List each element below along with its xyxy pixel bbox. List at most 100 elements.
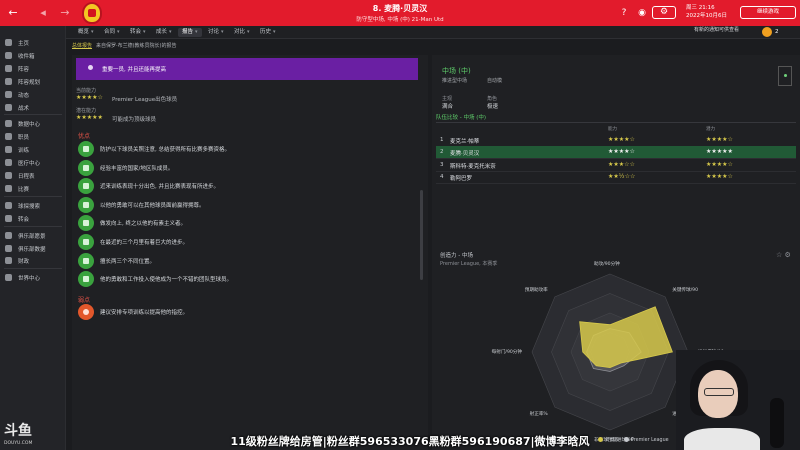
notification-icon[interactable] bbox=[762, 27, 772, 37]
strength-icon bbox=[78, 178, 94, 195]
sidebar-item[interactable]: 世界中心 bbox=[0, 271, 66, 284]
sidebar-item[interactable]: 阵容 bbox=[0, 62, 66, 75]
tab-item[interactable]: 讨论 ▾ bbox=[204, 28, 228, 37]
training-icon bbox=[5, 146, 12, 154]
sidebar-item[interactable]: 训练 bbox=[0, 143, 66, 156]
summary-banner: • 重要一员, 并且还能再提高 bbox=[76, 58, 418, 80]
scrollbar[interactable] bbox=[420, 190, 423, 280]
tab-label: 概览 bbox=[78, 29, 90, 35]
match-icon bbox=[5, 184, 12, 192]
weakness-item: 建议安排专项训练以提高他的指控。 bbox=[78, 304, 416, 320]
sidebar-item[interactable]: 战术 bbox=[0, 101, 66, 114]
strength-icon bbox=[78, 215, 94, 232]
inbox-icon bbox=[5, 51, 12, 59]
tab-label: 报告 bbox=[182, 29, 194, 35]
transfer-icon bbox=[5, 214, 12, 222]
notification-count: 2 bbox=[775, 29, 779, 35]
sidebar-item-label: 数据中心 bbox=[18, 122, 41, 129]
globe-icon[interactable]: ◉ bbox=[636, 7, 648, 19]
tab-item[interactable]: 对比 ▾ bbox=[230, 28, 254, 37]
date-day: 2022年10月6日 bbox=[686, 13, 727, 19]
finance-icon bbox=[5, 257, 12, 265]
subtab-coach-report[interactable]: 来自保罗·布兰德(教练员院长)的报告 bbox=[96, 42, 177, 49]
back-icon[interactable]: ← bbox=[6, 6, 20, 20]
strengths-title: 优点 bbox=[78, 133, 91, 140]
sidebar-item-label: 财政 bbox=[18, 259, 30, 266]
sidebar-item-label: 医疗中心 bbox=[18, 161, 41, 168]
sidebar-item[interactable]: 主页 bbox=[0, 36, 66, 49]
sidebar-item[interactable]: 收件箱 bbox=[0, 49, 66, 62]
chevron-down-icon: ▾ bbox=[247, 29, 250, 35]
current-ability-desc: Premier League出色球员 bbox=[112, 97, 178, 103]
chevron-down-icon: ▾ bbox=[169, 29, 172, 35]
strength-text: 他的勇敢和工作投入使他成为一个不错的团队型球员。 bbox=[100, 277, 233, 284]
tab-item[interactable]: 成长 ▾ bbox=[152, 28, 176, 37]
tab-item[interactable]: 历史 ▾ bbox=[256, 28, 280, 37]
date-display[interactable]: 周三 21:16 2022年10月6日 bbox=[686, 4, 732, 22]
sidebar-item-label: 阵容 bbox=[18, 66, 30, 73]
sidebar-item[interactable]: 球探搜索 bbox=[0, 199, 66, 212]
weakness-icon bbox=[78, 304, 94, 320]
menu-icon[interactable]: ◂ bbox=[36, 6, 50, 20]
sidebar-item[interactable]: 比赛 bbox=[0, 182, 66, 195]
tab-label: 合同 bbox=[104, 29, 116, 35]
forward-icon[interactable]: → bbox=[58, 6, 72, 20]
webcam-overlay bbox=[676, 350, 800, 450]
sidebar-item[interactable]: 俱乐部愿景 bbox=[0, 229, 66, 242]
subtab-bar: 总体报告 来自保罗·布兰德(教练员院长)的报告 bbox=[66, 40, 800, 52]
info-icon: • bbox=[88, 65, 93, 70]
sidebar-item-label: 球探搜索 bbox=[18, 203, 41, 210]
radar-axis-label: 助攻/90分钟 bbox=[594, 262, 620, 267]
gear-icon[interactable]: ⚙ bbox=[652, 6, 676, 19]
strength-icon bbox=[78, 271, 94, 288]
subtab-overall[interactable]: 总体报告 bbox=[72, 42, 92, 49]
strength-icon bbox=[78, 252, 94, 269]
sidebar-divider bbox=[4, 114, 62, 116]
strength-item: 经验丰富的国家/地区队成员。 bbox=[78, 159, 416, 176]
report-panel: • 重要一员, 并且还能再提高 当前能力 ★★★★☆ Premier Leagu… bbox=[72, 55, 428, 450]
tab-label: 转会 bbox=[130, 29, 142, 35]
sidebar-item[interactable]: 财政 bbox=[0, 254, 66, 267]
scouting-icon bbox=[5, 201, 12, 209]
tab-item[interactable]: 概览 ▾ bbox=[74, 28, 98, 37]
sidebar-item-label: 阵容规划 bbox=[18, 79, 41, 86]
notification-note[interactable]: 有新的通知可供查看 bbox=[694, 27, 756, 33]
strength-item: 在最近的三个月里有着巨大的进步。 bbox=[78, 234, 416, 250]
chevron-down-icon: ▾ bbox=[117, 29, 120, 35]
sidebar-item[interactable]: 数据中心 bbox=[0, 117, 66, 130]
sidebar-item[interactable]: 职员 bbox=[0, 130, 66, 143]
help-icon[interactable]: ? bbox=[618, 7, 630, 19]
strength-text: 近来训练表现十分出色, 并且比赛表现有所进步。 bbox=[100, 184, 219, 191]
tab-bar: 概览 ▾ 合同 ▾ 转会 ▾ 成长 ▾ 报告 ▾ 讨论 ▾ 对比 ▾ 历史 ▾ bbox=[66, 26, 800, 39]
strength-icon bbox=[78, 234, 94, 250]
date-time: 周三 21:16 bbox=[686, 5, 715, 11]
tab-item[interactable]: 合同 ▾ bbox=[100, 28, 124, 37]
tab-item[interactable]: 报告 ▾ bbox=[178, 28, 202, 37]
douyu-url: DOUYU.COM bbox=[4, 441, 33, 446]
sidebar-item-label: 战术 bbox=[18, 105, 30, 112]
sidebar-item[interactable]: 转会 bbox=[0, 212, 66, 225]
current-ability-label: 当前能力 bbox=[76, 88, 97, 94]
sidebar-item[interactable]: 阵容规划 bbox=[0, 75, 66, 88]
continue-button[interactable]: 继续游戏 bbox=[740, 6, 796, 19]
sidebar-item-label: 转会 bbox=[18, 216, 30, 223]
planner-icon bbox=[5, 77, 12, 85]
strength-item: 他的勇敢和工作投入使他成为一个不错的团队型球员。 bbox=[78, 271, 416, 288]
club-crest-icon[interactable] bbox=[82, 2, 102, 24]
tab-item[interactable]: 转会 ▾ bbox=[126, 28, 150, 37]
radar-axis-label: 关键传球/90 bbox=[672, 287, 698, 293]
sidebar-item-label: 日程表 bbox=[18, 174, 35, 180]
sidebar-divider bbox=[4, 225, 62, 227]
sidebar-item[interactable]: 动态 bbox=[0, 88, 66, 101]
tactics-icon bbox=[5, 103, 12, 111]
douyu-logo: 斗鱼 bbox=[4, 423, 32, 439]
data-icon bbox=[5, 120, 12, 128]
weaknesses-title: 弱点 bbox=[78, 297, 91, 304]
club-data-icon bbox=[5, 244, 12, 252]
sidebar-item[interactable]: 医疗中心 bbox=[0, 156, 66, 169]
sidebar-item-label: 俱乐部数据 bbox=[18, 246, 46, 253]
sidebar-item-label: 俱乐部愿景 bbox=[18, 233, 46, 240]
sidebar-item[interactable]: 日程表 bbox=[0, 169, 66, 182]
sidebar-item-label: 主页 bbox=[18, 41, 30, 47]
sidebar-item[interactable]: 俱乐部数据 bbox=[0, 242, 66, 255]
